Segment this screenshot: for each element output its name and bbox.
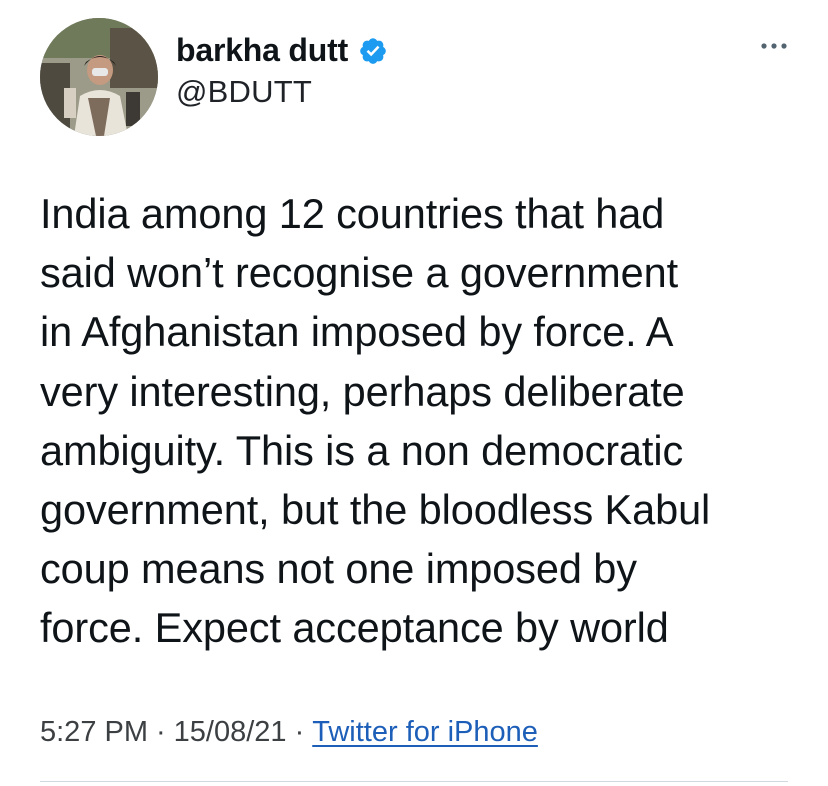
author-handle[interactable]: @BDUTT	[176, 74, 312, 110]
tweet-date[interactable]: 15/08/21	[174, 716, 287, 749]
author-display-name[interactable]: barkha dutt	[176, 32, 348, 69]
divider	[40, 781, 788, 782]
tweet-source-link[interactable]: Twitter for iPhone	[312, 716, 538, 749]
tweet-meta: 5:27 PM · 15/08/21 · Twitter for iPhone	[40, 716, 538, 749]
avatar-photo	[40, 18, 158, 136]
tweet-time[interactable]: 5:27 PM	[40, 716, 148, 749]
meta-separator: ·	[294, 716, 305, 748]
author-name-row[interactable]: barkha dutt	[176, 32, 388, 69]
avatar[interactable]	[40, 18, 158, 136]
tweet-text: India among 12 countries that had said w…	[40, 190, 711, 652]
meta-separator: ·	[156, 716, 166, 748]
verified-badge-icon	[358, 36, 388, 66]
more-options-icon[interactable]	[756, 34, 792, 54]
